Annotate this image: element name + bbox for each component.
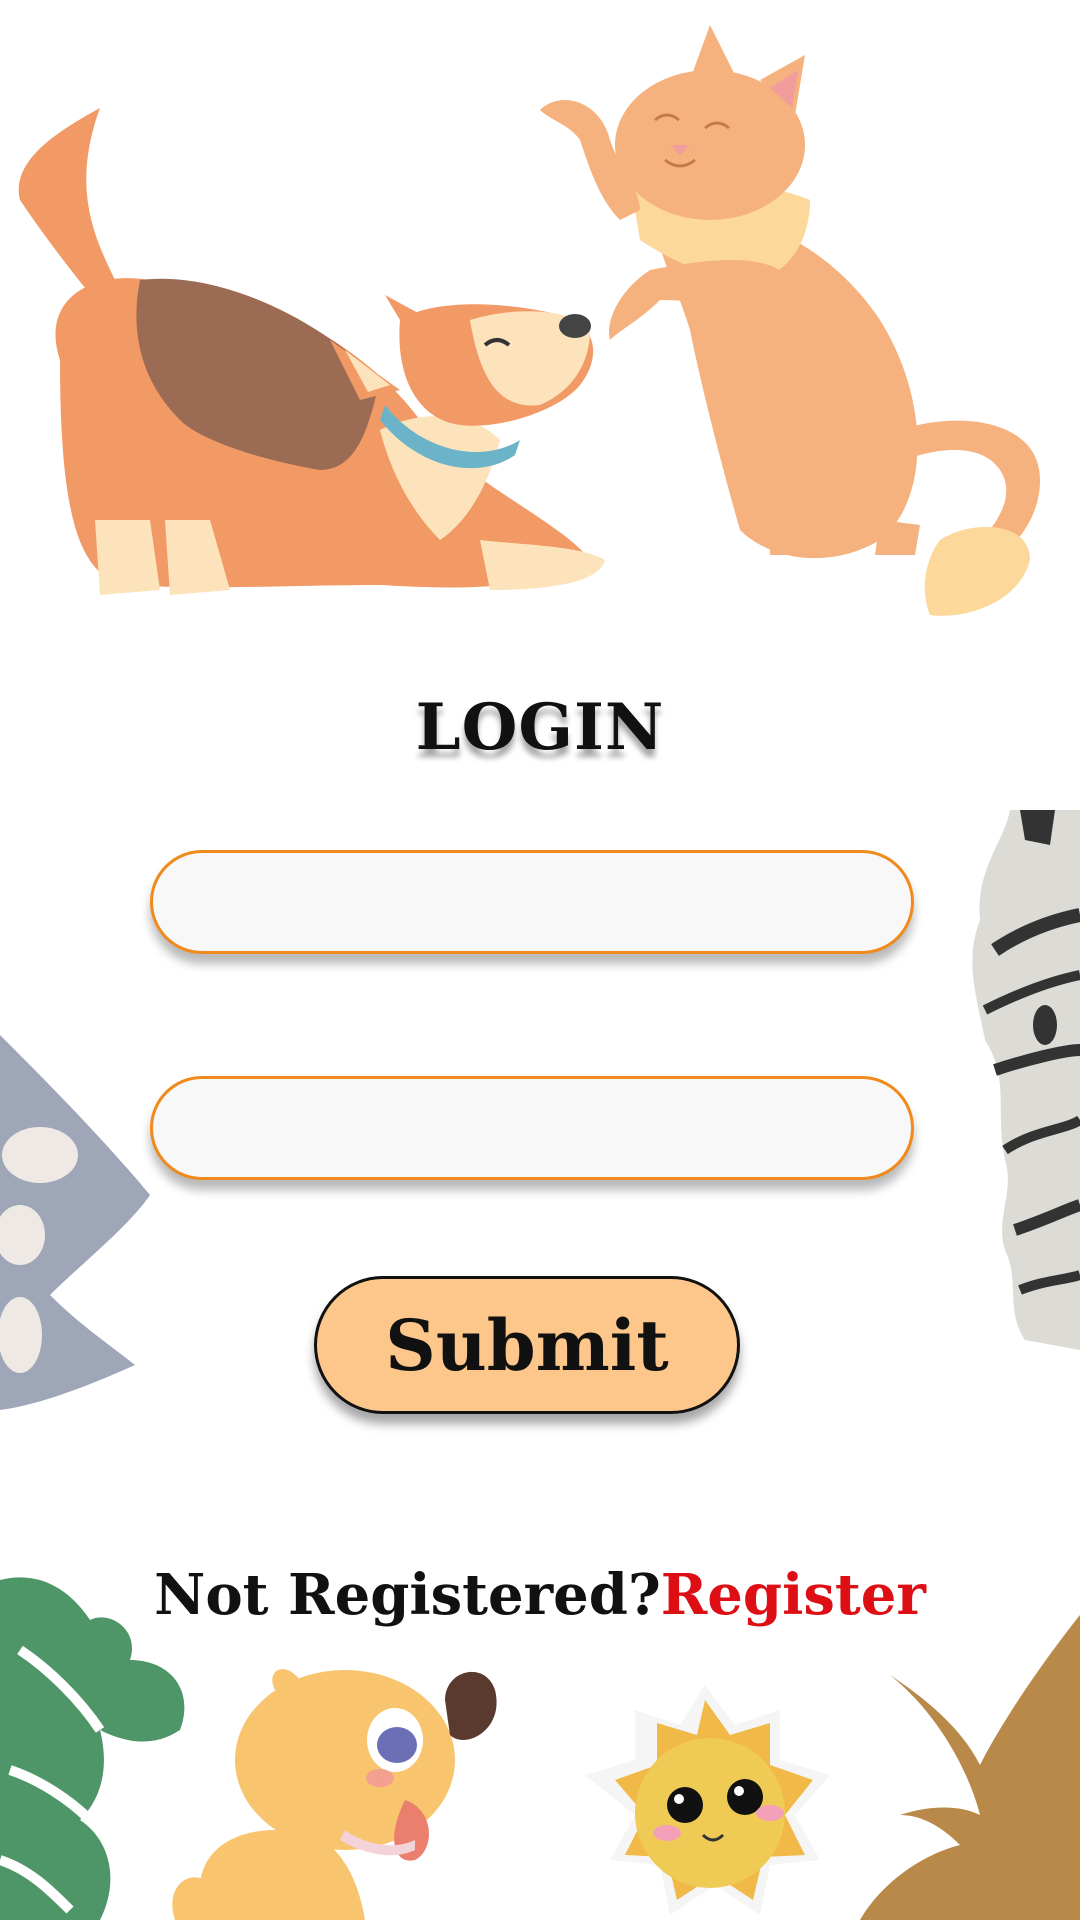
hero-illustration [18, 25, 1040, 616]
password-input[interactable] [150, 1076, 914, 1180]
register-prompt-text: Not Registered? [154, 1562, 661, 1628]
page-title: LOGIN [415, 690, 665, 765]
username-input[interactable] [150, 850, 914, 954]
sun-sticker [585, 1685, 830, 1915]
dog-illustration [18, 108, 605, 595]
cat-illustration [540, 25, 1040, 616]
puppy-sticker [172, 1669, 497, 1920]
brown-plant-decoration [860, 1615, 1080, 1920]
zebra-paper-decoration [972, 810, 1080, 1350]
submit-button[interactable]: Submit [314, 1276, 740, 1414]
slate-leaf-decoration [0, 1035, 150, 1410]
